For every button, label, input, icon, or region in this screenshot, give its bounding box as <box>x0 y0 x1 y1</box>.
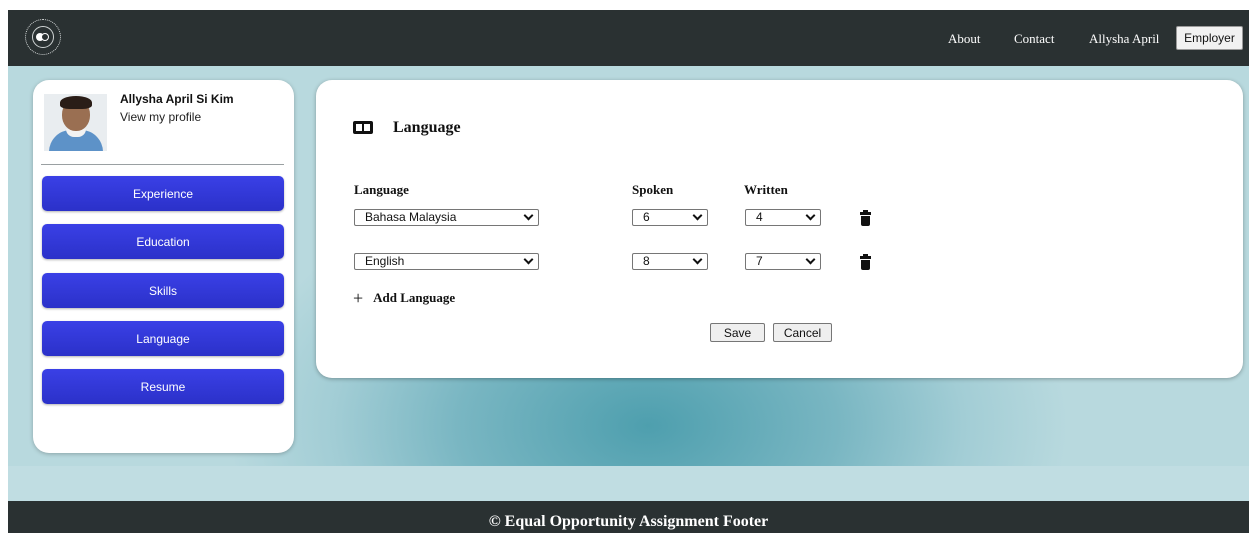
spoken-select-value: 8 <box>643 254 650 268</box>
chevron-down-icon <box>523 210 534 221</box>
nav-contact-link[interactable]: Contact <box>1014 31 1054 47</box>
chevron-down-icon <box>692 254 703 265</box>
avatar <box>44 94 107 151</box>
sidebar-item-language[interactable]: Language <box>42 321 284 356</box>
section-title: Language <box>393 119 461 136</box>
add-language-label: Add Language <box>373 290 456 305</box>
written-select-value: 4 <box>756 210 763 224</box>
sidebar-item-resume[interactable]: Resume <box>42 369 284 404</box>
spoken-select-value: 6 <box>643 210 650 224</box>
chevron-down-icon <box>692 210 703 221</box>
cancel-button[interactable]: Cancel <box>773 323 832 342</box>
add-language-button[interactable]: + Add Language <box>353 288 455 309</box>
plus-icon: + <box>353 288 364 308</box>
written-select[interactable]: 4 <box>745 209 821 226</box>
sidebar-divider <box>41 164 284 165</box>
sidebar-item-skills[interactable]: Skills <box>42 273 284 308</box>
language-select-value: English <box>365 254 405 268</box>
trash-icon[interactable] <box>860 254 871 270</box>
chevron-down-icon <box>523 254 534 265</box>
view-profile-link[interactable]: View my profile <box>120 110 201 124</box>
language-select[interactable]: English <box>354 253 539 270</box>
profile-name: Allysha April Si Kim <box>120 92 234 106</box>
nav-user-link[interactable]: Allysha April <box>1089 31 1159 47</box>
save-button[interactable]: Save <box>710 323 765 342</box>
logo-mark <box>36 33 50 41</box>
nav-about-link[interactable]: About <box>948 31 981 47</box>
column-header-written: Written <box>744 182 788 197</box>
navbar: About Contact Allysha April Employer <box>8 10 1249 66</box>
logo-inner <box>32 26 54 48</box>
footer: © Equal Opportunity Assignment Footer <box>8 501 1249 533</box>
logo-icon[interactable] <box>25 19 61 55</box>
written-select-value: 7 <box>756 254 763 268</box>
language-icon <box>353 121 373 134</box>
sidebar-item-education[interactable]: Education <box>42 224 284 259</box>
app-frame: About Contact Allysha April Employer All… <box>8 10 1249 533</box>
spoken-select[interactable]: 6 <box>632 209 708 226</box>
written-select[interactable]: 7 <box>745 253 821 270</box>
chevron-down-icon <box>805 210 816 221</box>
profile-sidebar: Allysha April Si Kim View my profile Exp… <box>33 80 294 453</box>
sidebar-item-experience[interactable]: Experience <box>42 176 284 211</box>
column-header-spoken: Spoken <box>632 182 674 197</box>
language-select[interactable]: Bahasa Malaysia <box>354 209 539 226</box>
column-header-language: Language <box>354 182 409 197</box>
chevron-down-icon <box>805 254 816 265</box>
language-card: Language Language Spoken Written Bahasa … <box>316 80 1243 378</box>
language-select-value: Bahasa Malaysia <box>365 210 457 224</box>
background-band <box>8 466 1249 501</box>
spoken-select[interactable]: 8 <box>632 253 708 270</box>
trash-icon[interactable] <box>860 210 871 226</box>
employer-button[interactable]: Employer <box>1176 26 1243 50</box>
